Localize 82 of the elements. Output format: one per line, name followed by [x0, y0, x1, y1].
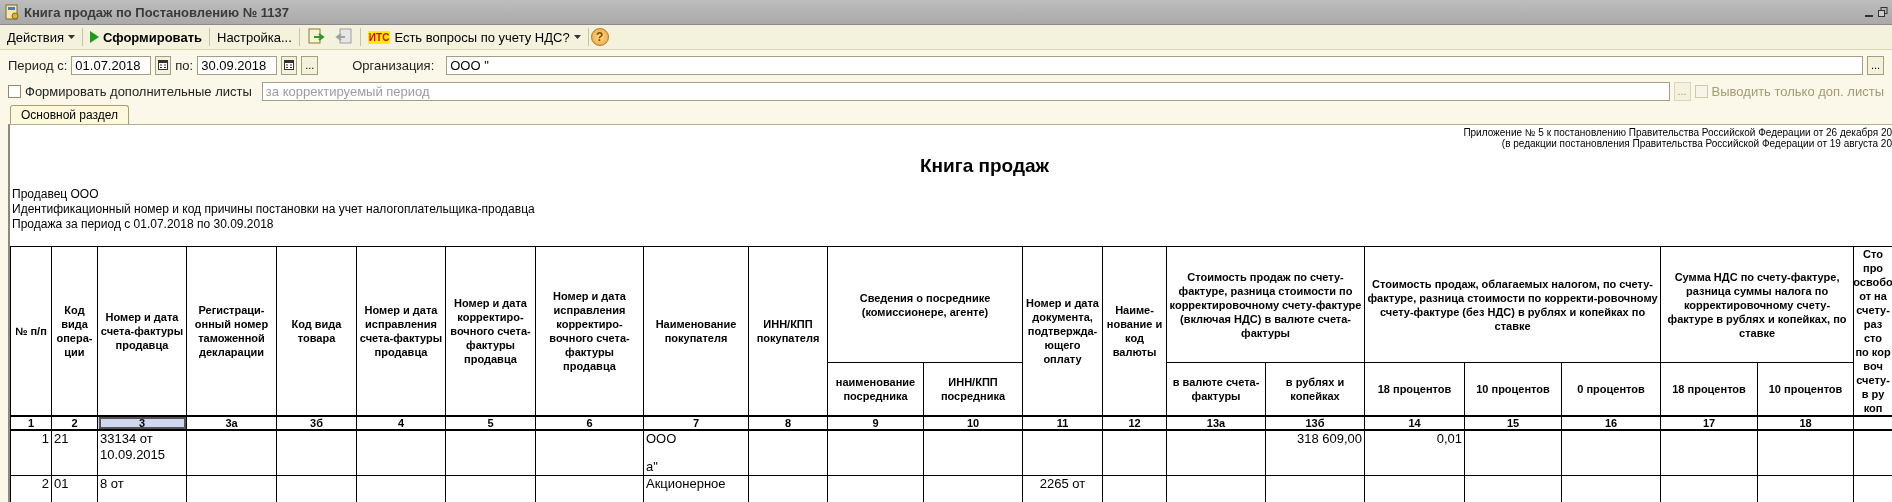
calendar-button[interactable]	[155, 55, 172, 75]
table-cell-text: Акционерное	[646, 476, 727, 492]
column-number-cell[interactable]: 3б	[276, 416, 357, 430]
column-header-cell: Номер и дата корректиро-вочного счета-фактуры продавца	[445, 246, 536, 416]
column-number-cell[interactable]: 3	[97, 416, 187, 430]
period-select-button[interactable]: ...	[301, 55, 319, 75]
period-to-label: по:	[175, 57, 194, 73]
table-cell: 1	[10, 430, 52, 476]
generate-button[interactable]: Сформировать	[84, 27, 207, 47]
checkbox-label: Формировать дополнительные листы	[25, 83, 252, 99]
column-number-cell[interactable]: 18	[1757, 416, 1854, 430]
column-header-cell: Сто про освобо от на счету- раз сто по кор воч счету- в ру коп	[1856, 247, 1891, 415]
appendix-note: Приложение № 5 к постановлению Правительства Российской Федерации от 26 декабря 20	[1463, 127, 1892, 138]
group-header-cell: Стоимость продаж, облагаемых налогом, по счету-фактуре, разница стоимости по корректи-ровочному счету-фактуре (без НДС) в рублях и копейках по ставке	[1364, 246, 1661, 363]
table-cell: 8 от	[97, 475, 187, 502]
settings-button[interactable]: Настройка...	[212, 27, 297, 47]
column-number-cell[interactable]: 13б	[1265, 416, 1365, 430]
report-title: Книга продаж	[920, 155, 1050, 176]
report-info-line: Идентификационный номер и код причины постановки на учет налогоплательщика-продавца	[12, 202, 536, 217]
period-to-field[interactable]: 30.09.2018	[197, 55, 278, 75]
group-header-cell: Сумма НДС по счету-фактуре, разница суммы налога по корректировочному счету-фактуре в рублях и копейках, по ставке	[1660, 246, 1854, 363]
column-header-cell: Номер и дата исправления счета-фактуры продавца	[356, 246, 446, 416]
column-number-cell[interactable]: 4	[356, 416, 446, 430]
table-cell: 318 609,00	[1265, 430, 1365, 476]
restore-icon[interactable]	[1878, 7, 1888, 17]
checkbox-label: Выводить только доп. листы	[1711, 83, 1884, 99]
column-header-cell: Номер и дата документа, подтвержда-ющего оплату	[1022, 246, 1103, 416]
column-number-cell[interactable]: 3а	[186, 416, 277, 430]
table-cell-text: а"	[646, 459, 659, 475]
column-number-cell[interactable]: 6	[535, 416, 644, 430]
column-number-cell[interactable]: 2	[51, 416, 98, 430]
period-from-field[interactable]: 01.07.2018	[71, 55, 152, 75]
report-info-line: Продавец ООО	[12, 187, 100, 202]
calendar-icon	[158, 60, 169, 70]
table-cell: 21	[51, 430, 98, 476]
help-button[interactable]: ?	[590, 28, 609, 46]
column-number-cell[interactable]: 14	[1364, 416, 1465, 430]
vat-questions-menu[interactable]: ИТС Есть вопросы по учету НДС?	[362, 27, 586, 47]
table-cell: 33134 от 10.09.2015	[97, 430, 187, 476]
caret-icon	[573, 35, 581, 39]
organization-select-button[interactable]: ...	[1867, 55, 1884, 75]
column-number-cell[interactable]: 12	[1102, 416, 1167, 430]
report-info-line: Продажа за период с 01.07.2018 по 30.09.2018	[12, 217, 275, 232]
column-number-cell[interactable]: 11	[1022, 416, 1103, 430]
column-number-cell[interactable]: 9	[827, 416, 924, 430]
column-header-cell: Код вида товара	[276, 246, 357, 416]
checkbox[interactable]	[8, 84, 21, 98]
column-header-cell: Номер и дата исправления корректиро-вочного счета-фактуры продавца	[535, 246, 644, 416]
book-icon	[4, 4, 20, 20]
column-number-cell[interactable]: 17	[1660, 416, 1758, 430]
organization-field[interactable]: ООО "	[446, 55, 1863, 75]
column-header-cell: Код вида опера-ции	[51, 246, 98, 416]
period-from-label: Период с:	[8, 57, 68, 73]
group-header-cell: Стоимость продаж по счету-фактуре, разница стоимости по корректировочному счету-фактуре (включая НДС) в валюте счета-фактуры	[1166, 246, 1365, 363]
column-number-cell[interactable]: 1	[10, 416, 52, 430]
table-cell-text: ООО	[646, 431, 678, 447]
table-cell: 2	[10, 475, 52, 502]
table-cell: 0,01	[1364, 430, 1465, 476]
column-number-cell[interactable]: 5	[445, 416, 536, 430]
column-number-cell[interactable]: 16	[1561, 416, 1661, 430]
calendar-icon	[284, 60, 295, 70]
appendix-note: (в редакции постановления Правительства Российской Федерации от 19 августа 20	[1501, 138, 1892, 149]
actions-menu[interactable]: Действия	[2, 27, 80, 47]
play-icon	[89, 31, 99, 43]
corrected-period-field[interactable]: за корректируемый период	[261, 81, 1670, 101]
tab[interactable]: Основной раздел	[10, 105, 130, 124]
column-header-cell: № п/п	[10, 246, 52, 416]
column-header-cell: Регистраци-онный номер таможенной декларации	[186, 246, 277, 416]
column-number-cell[interactable]: 10	[923, 416, 1023, 430]
group-header-cell: Сведения о посреднике (комиссионере, агенте)	[827, 246, 1023, 363]
column-header-cell: Наименование покупателя	[643, 246, 749, 416]
column-number-cell[interactable]: 13а	[1166, 416, 1266, 430]
column-number-cell[interactable]: 7	[643, 416, 749, 430]
table-cell: 01	[51, 475, 98, 502]
organization-label: Организация:	[352, 57, 435, 73]
caret-icon	[67, 35, 75, 39]
column-number-cell[interactable]: 8	[748, 416, 828, 430]
column-header-cell: ИНН/КПП покупателя	[748, 246, 828, 416]
calendar-button[interactable]	[281, 55, 298, 75]
column-header-cell: Наиме-нование и код валюты	[1102, 246, 1167, 416]
column-number-cell[interactable]: 15	[1464, 416, 1562, 430]
window-title: Книга продаж по Постановлению № 1137	[24, 4, 291, 20]
